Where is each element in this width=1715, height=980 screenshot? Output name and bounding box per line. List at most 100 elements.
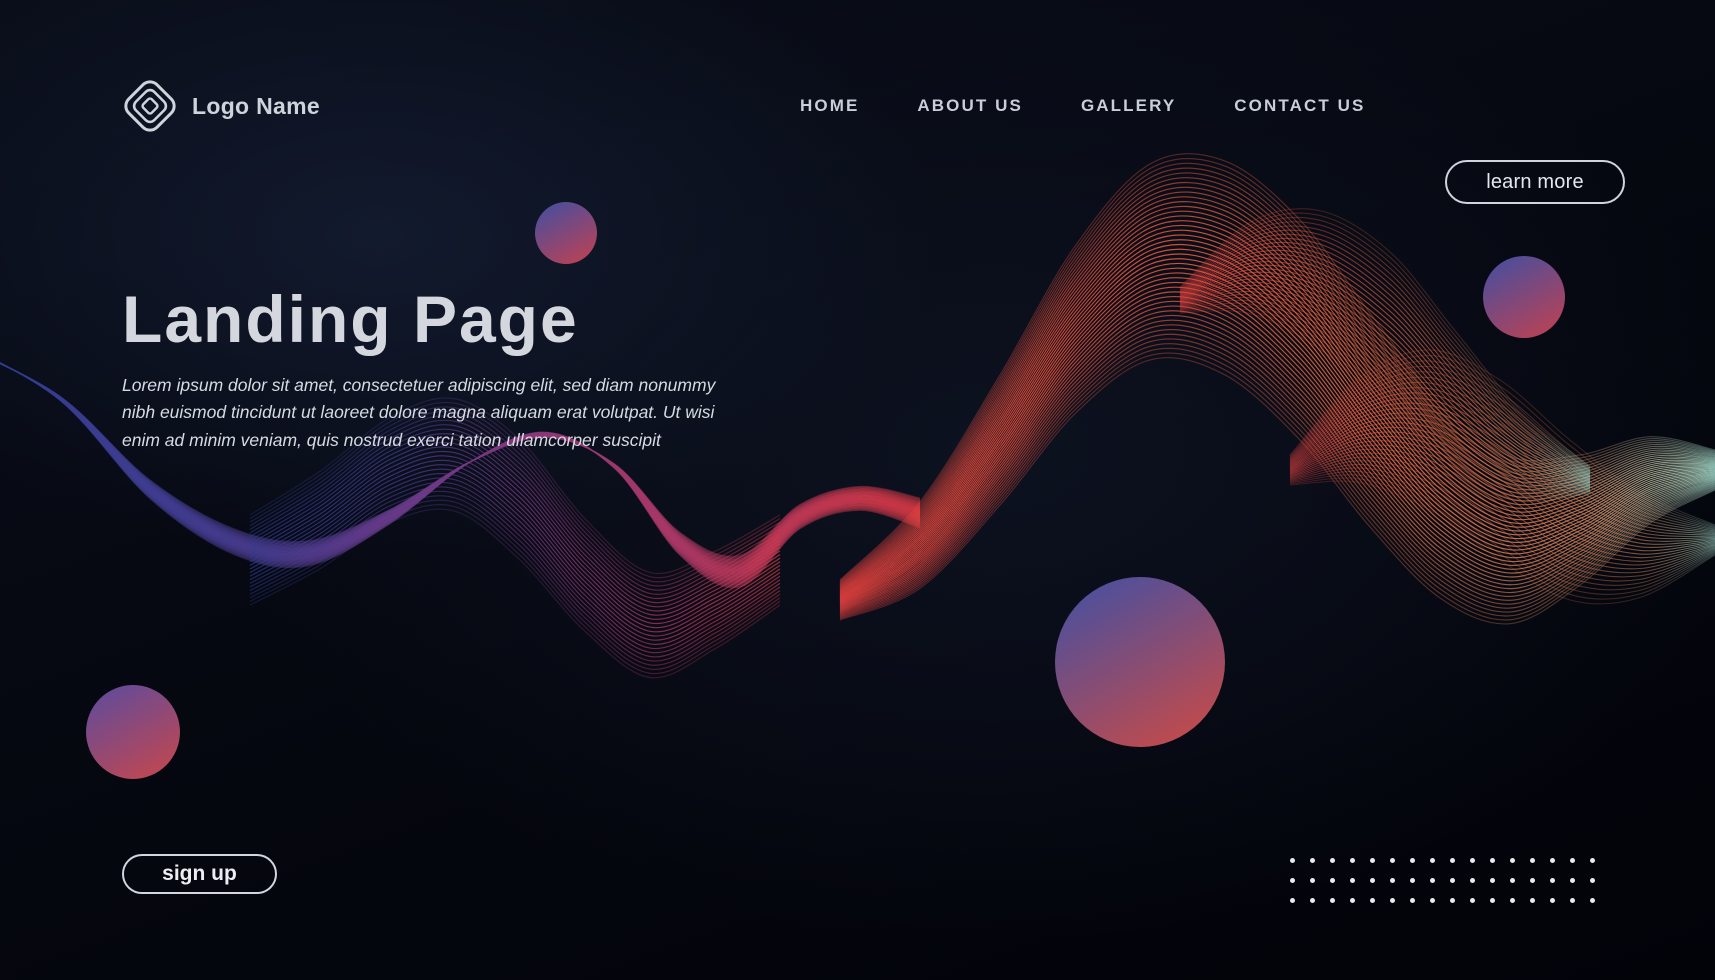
nav-item-gallery[interactable]: GALLERY: [1052, 96, 1205, 116]
sphere-right-top: [1483, 256, 1565, 338]
wave-line: [839, 215, 1715, 593]
wave-line: [1289, 435, 1715, 555]
wave-line: [839, 172, 1715, 585]
wave-line: [1289, 417, 1715, 542]
grid-dot: [1330, 878, 1335, 883]
grid-dot: [1310, 898, 1315, 903]
grid-dot: [1530, 898, 1535, 903]
wave-line: [839, 210, 1715, 592]
wave-line: [839, 338, 1715, 617]
wave-line: [839, 224, 1715, 595]
nav-link-about-us[interactable]: ABOUT US: [917, 96, 1023, 115]
grid-dot: [1290, 898, 1295, 903]
wave-line: [1179, 310, 1591, 502]
grid-dot: [1470, 878, 1475, 883]
wave-line: [1289, 474, 1715, 596]
grid-dot: [1550, 898, 1555, 903]
hero-paragraph: Lorem ipsum dolor sit amet, consectetuer…: [122, 375, 716, 450]
nav-link-contact-us[interactable]: CONTACT US: [1234, 96, 1365, 115]
grid-dot: [1570, 878, 1575, 883]
learn-more-button[interactable]: learn more: [1445, 160, 1625, 204]
wave-line: [249, 455, 781, 629]
grid-dot: [1450, 878, 1455, 883]
grid-dot: [1330, 898, 1335, 903]
wave-line: [1179, 216, 1591, 470]
brand-name: Logo Name: [192, 92, 320, 119]
wave-line: [249, 464, 781, 637]
wave-line: [839, 248, 1715, 600]
page-title: Landing Page: [122, 282, 579, 356]
grid-dot: [1350, 898, 1355, 903]
grid-dot: [1290, 878, 1295, 883]
wave-line: [839, 324, 1715, 615]
wave-line: [839, 181, 1715, 587]
wave-line: [1289, 444, 1715, 562]
wave-line: [839, 253, 1715, 601]
wave-line: [839, 158, 1715, 582]
grid-dot: [1390, 898, 1395, 903]
wave-line: [839, 272, 1715, 604]
grid-dot: [1550, 878, 1555, 883]
wave-line: [1289, 470, 1715, 591]
wave-line: [839, 191, 1715, 588]
grid-dot: [1490, 898, 1495, 903]
grid-dot: [1290, 858, 1295, 863]
grid-dot: [1370, 858, 1375, 863]
wave-line: [1289, 402, 1715, 536]
sphere-small-top: [535, 202, 597, 264]
wave-line: [839, 329, 1715, 615]
wave-line: [249, 459, 781, 633]
nav-item-about-us[interactable]: ABOUT US: [888, 96, 1052, 116]
sphere-center-large: [1055, 577, 1225, 747]
nav-link-gallery[interactable]: GALLERY: [1081, 96, 1176, 115]
wave-line: [249, 499, 781, 670]
grid-dot: [1310, 878, 1315, 883]
wave-line: [1289, 412, 1715, 540]
nested-diamond-logo-icon: [124, 80, 176, 132]
wave-line: [1289, 397, 1715, 535]
wave-line: [249, 495, 781, 666]
nav-link-home[interactable]: HOME: [800, 96, 859, 115]
wave-line: [249, 446, 781, 620]
nav-item-home[interactable]: HOME: [800, 96, 888, 116]
grid-dot: [1590, 858, 1595, 863]
wave-line: [839, 234, 1715, 597]
wave-line: [249, 508, 781, 679]
wave-line: [1289, 431, 1715, 552]
grid-dot: [1390, 858, 1395, 863]
wave-line: [1289, 349, 1715, 526]
wave-line: [249, 486, 781, 658]
wave-line: [249, 433, 781, 608]
nav-item-contact-us[interactable]: CONTACT US: [1205, 96, 1365, 116]
wave-line: [839, 352, 1715, 621]
wave-line: [839, 305, 1715, 611]
wave-line: [839, 277, 1715, 605]
wave-line: [839, 244, 1715, 599]
wave-line: [249, 428, 781, 604]
wave-line: [1289, 460, 1715, 578]
wave-line: [249, 473, 781, 645]
brand-logo[interactable]: Logo Name: [122, 78, 320, 134]
grid-dot: [1430, 858, 1435, 863]
wave-line: [249, 504, 781, 675]
grid-dot: [1410, 878, 1415, 883]
grid-dot: [1570, 898, 1575, 903]
wave-line: [1289, 463, 1715, 582]
wave-line: [839, 229, 1715, 596]
wave-line: [1289, 467, 1715, 586]
wave-line: [1289, 448, 1715, 566]
site-header: Logo Name HOME ABOUT US GALLERY CONTACT …: [0, 0, 1715, 204]
sign-up-button[interactable]: sign up: [122, 854, 277, 894]
wave-line: [1289, 407, 1715, 537]
wave-line: [839, 162, 1715, 583]
grid-dot: [1510, 898, 1515, 903]
wave-line: [839, 319, 1715, 614]
wave-line: [839, 167, 1715, 584]
wave-line: [1179, 212, 1591, 469]
wave-line: [1179, 208, 1591, 468]
grid-dot: [1430, 898, 1435, 903]
wave-line: [249, 437, 781, 612]
wave-line: [839, 281, 1715, 606]
wave-line: [1289, 480, 1715, 605]
grid-dot: [1450, 858, 1455, 863]
